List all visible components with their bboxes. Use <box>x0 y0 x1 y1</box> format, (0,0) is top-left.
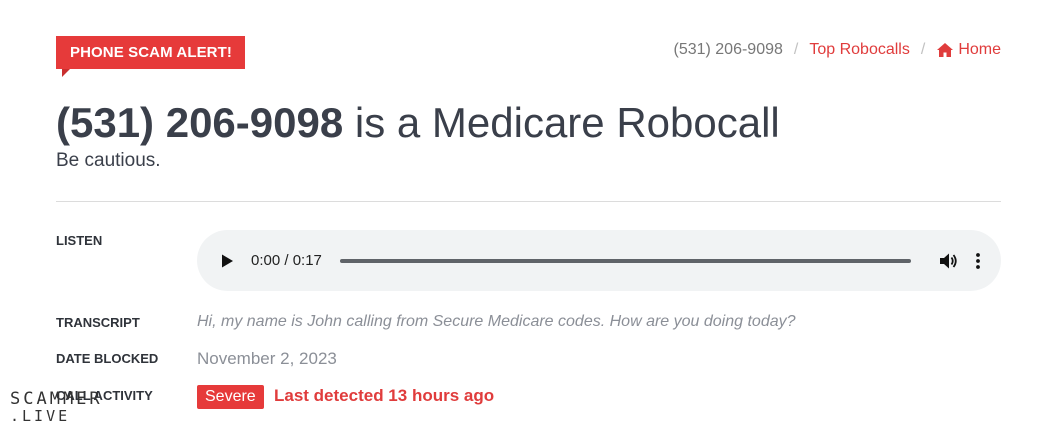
breadcrumb-current-phone: (531) 206-9098 <box>673 41 783 58</box>
page-title: (531) 206-9098 is a Medicare Robocall <box>56 98 780 148</box>
date-blocked-label: Date Blocked <box>56 351 159 366</box>
phone-scam-alert-badge: Phone Scam Alert! <box>56 36 245 77</box>
play-icon[interactable] <box>219 253 235 269</box>
breadcrumb-home-label: Home <box>958 41 1001 58</box>
transcript-text: Hi, my name is John calling from Secure … <box>197 313 796 330</box>
last-detected-text: Last detected 13 hours ago <box>274 386 495 405</box>
severity-badge: Severe <box>197 385 264 409</box>
home-icon <box>937 43 954 57</box>
volume-icon[interactable] <box>938 251 960 271</box>
breadcrumb: (531) 206-9098 / Top Robocalls / Home <box>673 41 1001 59</box>
watermark-bottom: .LIVE <box>10 407 71 425</box>
audio-player[interactable]: 0:00 / 0:17 <box>197 230 1001 291</box>
more-vertical-icon[interactable] <box>975 252 981 270</box>
breadcrumb-separator: / <box>793 41 799 58</box>
page-subtitle: Be cautious. <box>56 150 161 171</box>
title-phone-number: (531) 206-9098 <box>56 99 344 146</box>
listen-label: Listen <box>56 233 103 248</box>
scammer-live-watermark: SCAMMER .LIVE <box>10 391 103 425</box>
breadcrumb-home-link[interactable]: Home <box>936 41 1001 59</box>
watermark-top: SCAMMER <box>10 389 103 409</box>
divider <box>56 201 1001 202</box>
breadcrumb-top-robocalls-link[interactable]: Top Robocalls <box>809 41 910 59</box>
title-description: is a Medicare Robocall <box>343 99 780 146</box>
breadcrumb-separator: / <box>920 41 926 58</box>
transcript-label: Transcript <box>56 315 140 330</box>
page: Phone Scam Alert! (531) 206-9098 / Top R… <box>0 0 1049 435</box>
audio-time: 0:00 / 0:17 <box>251 252 322 269</box>
audio-progress-bar[interactable] <box>339 258 911 263</box>
date-blocked-value: November 2, 2023 <box>197 349 337 368</box>
